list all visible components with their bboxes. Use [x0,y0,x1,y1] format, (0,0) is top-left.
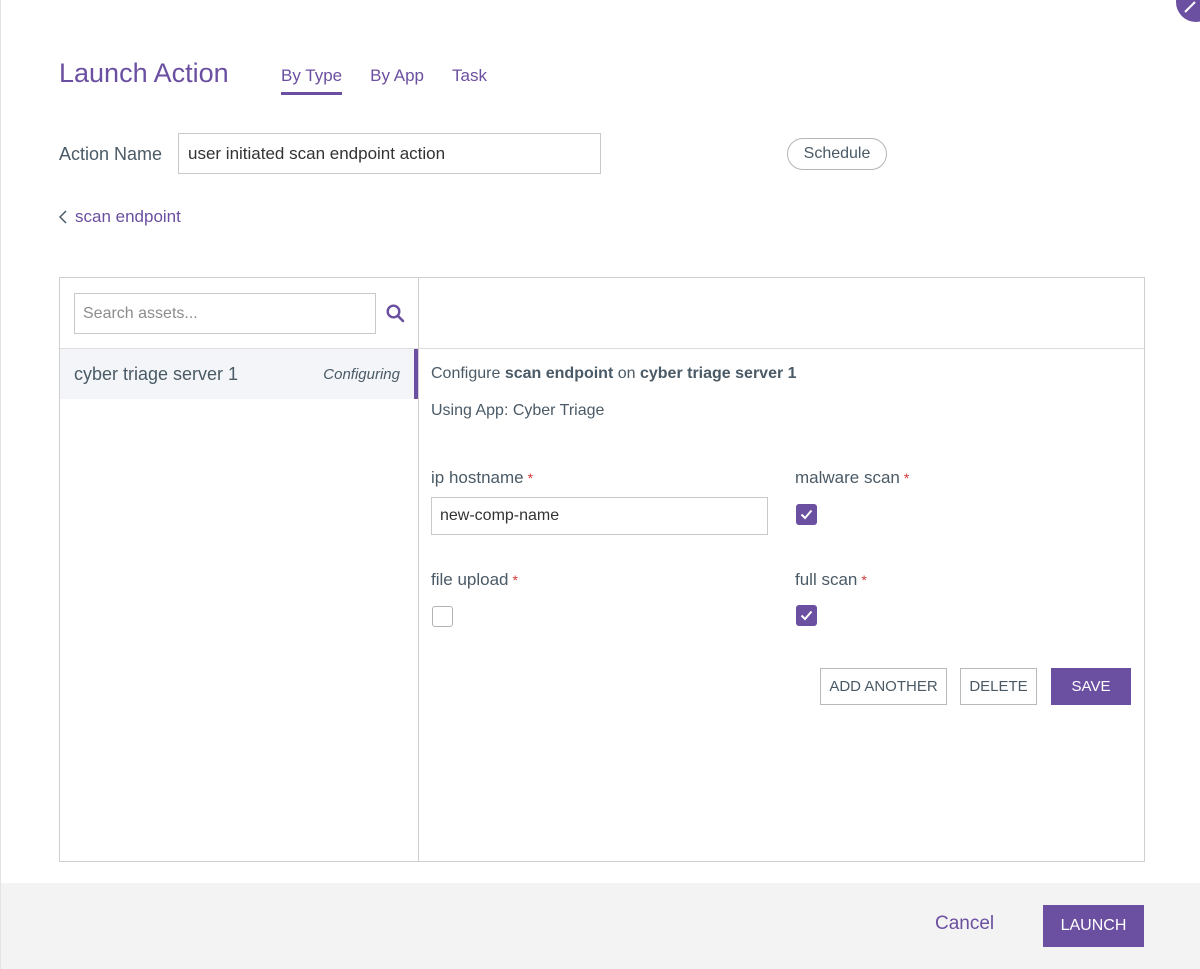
malware-scan-checkbox[interactable] [796,504,817,525]
tab-bar: By Type By App Task [281,66,487,95]
config-asset-name: cyber triage server 1 [639,365,797,382]
tab-by-type[interactable]: By Type [281,66,343,95]
tab-task[interactable]: Task [452,66,487,95]
checkmark-icon [800,509,813,520]
full-scan-label-text: full scan [795,570,858,589]
add-another-button[interactable]: ADD ANOTHER [820,668,947,705]
dialog-footer [1,883,1200,969]
search-icon[interactable] [386,304,405,323]
breadcrumb-back-link[interactable]: scan endpoint [59,207,181,227]
action-name-input[interactable] [178,133,601,174]
search-assets-input[interactable] [74,293,376,334]
asset-status: Configuring [323,366,400,383]
schedule-button[interactable]: Schedule [787,138,887,170]
file-upload-checkbox[interactable] [432,606,453,627]
action-name-label: Action Name [59,144,163,164]
ip-hostname-label-text: ip hostname [431,468,524,487]
ip-hostname-input[interactable] [431,497,768,535]
required-marker: * [861,572,867,588]
ip-hostname-label: ip hostname * [431,468,533,488]
chevron-left-icon [59,210,67,224]
required-marker: * [512,572,518,588]
required-marker: * [903,470,910,486]
launch-button[interactable]: LAUNCH [1043,905,1144,947]
config-connector: on [617,365,636,382]
close-icon [1184,1,1196,13]
config-heading: Configure scan endpoint on cyber triage … [431,365,797,383]
asset-list-pane: cyber triage server 1 Configuring [60,278,419,861]
full-scan-label: full scan * [795,570,867,590]
config-action-name: scan endpoint [504,365,614,382]
configuration-panel: cyber triage server 1 Configuring Config… [59,277,1145,862]
asset-name: cyber triage server 1 [74,364,239,384]
launch-action-dialog: Launch Action By Type By App Task Action… [0,0,1200,969]
checkmark-icon [800,610,813,621]
file-upload-label-text: file upload [431,570,509,589]
cancel-button[interactable]: Cancel [935,913,994,935]
save-button[interactable]: SAVE [1051,668,1131,705]
malware-scan-label-text: malware scan [795,468,900,487]
dialog-title: Launch Action [59,58,229,88]
config-prefix: Configure [431,365,501,382]
close-button[interactable] [1176,0,1200,22]
asset-list-item[interactable]: cyber triage server 1 Configuring [60,349,418,399]
file-upload-label: file upload * [431,570,518,590]
tab-by-app[interactable]: By App [370,66,424,95]
malware-scan-label: malware scan * [795,468,909,488]
required-marker: * [527,470,534,486]
using-app-text: Using App: Cyber Triage [431,402,605,419]
full-scan-checkbox[interactable] [796,605,817,626]
divider [419,348,1144,349]
delete-button[interactable]: DELETE [960,668,1037,705]
breadcrumb-label: scan endpoint [75,207,181,226]
